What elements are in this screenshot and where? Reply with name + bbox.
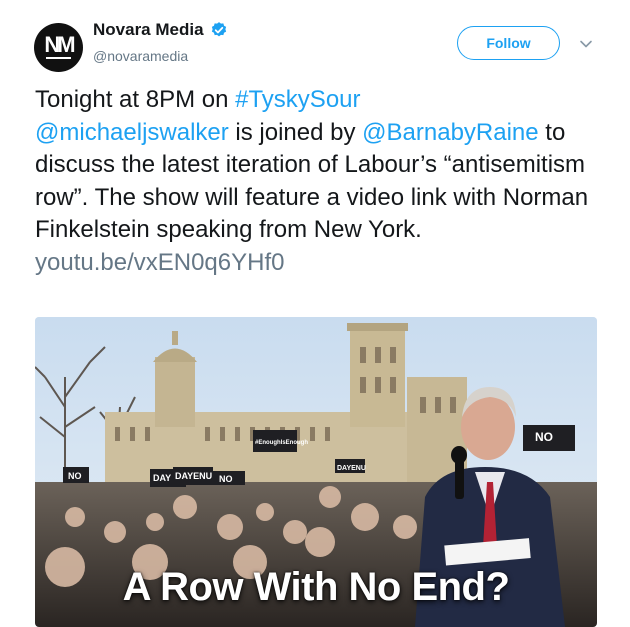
tweet-text: Tonight at 8PM on #TyskySour @michaeljswa…	[35, 84, 615, 280]
mention-link[interactable]: @michaeljswalker	[35, 119, 229, 146]
display-name[interactable]: Novara Media	[93, 20, 204, 40]
verified-badge-icon	[211, 22, 226, 37]
tweet-text-part: Tonight at 8PM on	[35, 86, 236, 113]
author-name-row[interactable]: Novara Media	[93, 20, 228, 40]
hashtag-link[interactable]: #TyskySour	[235, 86, 360, 113]
tweet-text-part: is joined by	[228, 118, 363, 146]
mention-link[interactable]: @BarnabyRaine	[362, 119, 538, 146]
placard-text: DAYENU	[337, 465, 366, 472]
chevron-down-icon[interactable]	[579, 37, 593, 51]
handle[interactable]: @novaramedia	[93, 48, 188, 64]
placard-text: NO	[535, 430, 553, 444]
placard-text: NO	[68, 471, 82, 481]
placard-text: #EnoughIsEnough	[255, 440, 308, 446]
placard-text: DAYENU	[175, 471, 212, 481]
avatar-logo-bar	[46, 57, 71, 59]
video-link[interactable]: youtu.be/vxEN0q6YHf0	[35, 249, 284, 276]
avatar[interactable]: NM	[34, 23, 83, 72]
placard-text: NO	[219, 474, 233, 484]
placard-text: DAY	[153, 473, 171, 483]
follow-button[interactable]: Follow	[457, 26, 560, 60]
media-card[interactable]: NO DAY DAYENU NO #EnoughIsEnough DAYENU …	[35, 317, 597, 627]
avatar-logo: NM	[44, 31, 75, 57]
card-caption: A Row With No End?	[122, 565, 510, 609]
